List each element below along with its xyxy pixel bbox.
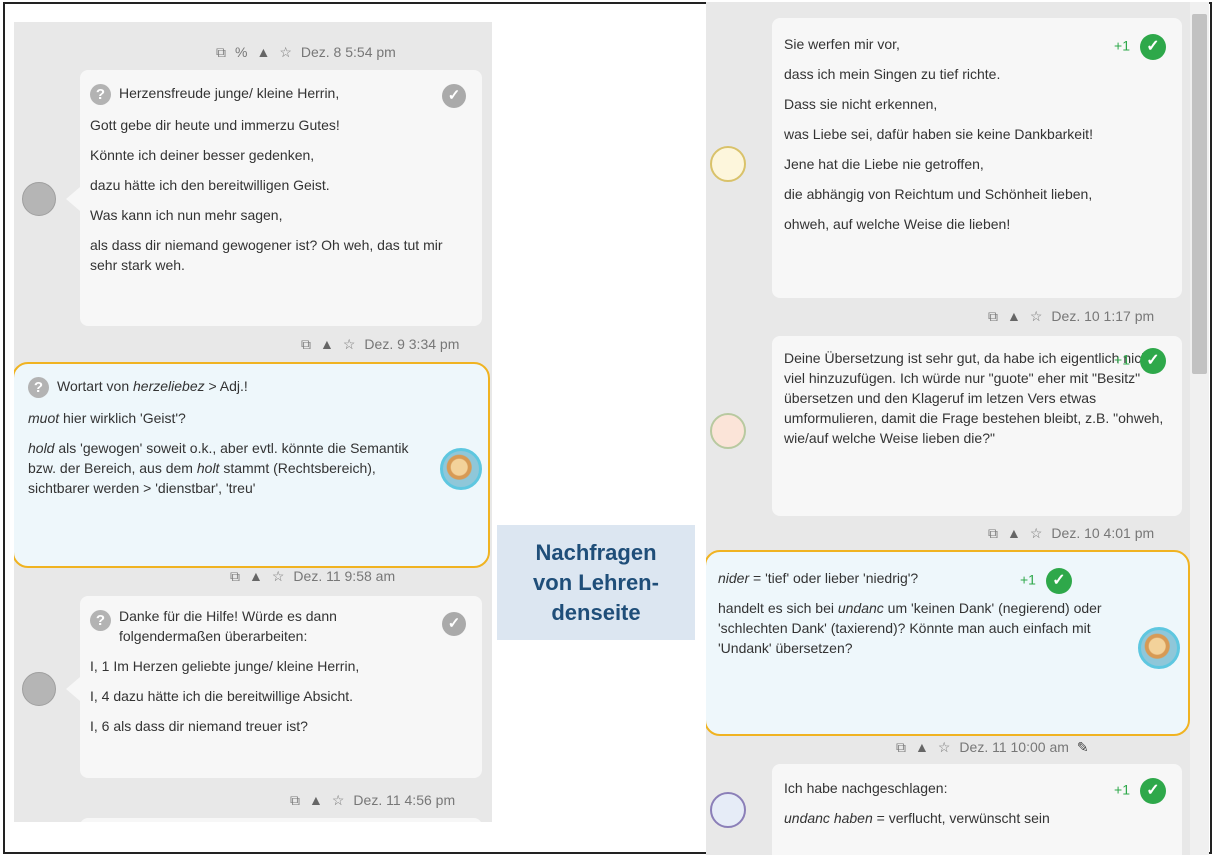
timestamp: Dez. 11 9:58 am: [293, 568, 396, 584]
post-meta: ⧉ ▲ ☆ Dez. 10 1:17 pm: [988, 308, 1154, 325]
avatar[interactable]: [710, 146, 746, 182]
warning-icon[interactable]: ▲: [320, 336, 334, 352]
comment-line: was Liebe sei, dafür haben sie keine Dan…: [784, 126, 1093, 142]
comment-title: ? Herzensfreude junge/ kleine Herrin,: [90, 83, 468, 105]
comment-line: als dass dir niemand gewogener ist? Oh w…: [90, 236, 443, 273]
star-icon[interactable]: ☆: [332, 792, 345, 808]
timestamp: Dez. 10 1:17 pm: [1051, 308, 1155, 324]
label-line: von Lehren-: [533, 569, 659, 595]
warning-icon[interactable]: ▲: [256, 44, 270, 60]
teacher-avatar[interactable]: [1138, 627, 1180, 669]
vote-count: +1 ✓: [1114, 348, 1166, 374]
comment-title: ? Wortart von herzeliebez > Adj.!: [28, 376, 428, 398]
right-comment-thread: Sie werfen mir vor, dass ich mein Singen…: [706, 2, 1190, 855]
copy-icon[interactable]: ⧉: [290, 792, 300, 808]
left-comment-thread: ⧉% ▲ ☆ Dez. 8 5:54 pm ? Herzensfreude junge/…: [14, 22, 492, 822]
timestamp: Dez. 8 5:54 pm: [300, 44, 396, 60]
comment-line: hold als 'gewogen' soweit o.k., aber evt…: [28, 439, 409, 496]
teacher-avatar[interactable]: [440, 448, 482, 490]
bubble-tail: [66, 187, 80, 211]
timestamp: Dez. 10 4:01 pm: [1051, 525, 1155, 541]
comment-line: I, 4 dazu hätte ich die bereitwillige Ab…: [90, 688, 354, 704]
comment-line: undanc haben = verflucht, verwünscht sei…: [784, 810, 1050, 826]
comment-bubble: Sie werfen mir vor, dass ich mein Singen…: [772, 18, 1182, 298]
star-icon[interactable]: ☆: [1030, 308, 1043, 324]
check-icon[interactable]: ✓: [1140, 778, 1166, 804]
star-icon[interactable]: ☆: [272, 568, 285, 584]
comment-line: I, 1 Im Herzen geliebte junge/ kleine He…: [90, 658, 360, 674]
star-icon[interactable]: ☆: [938, 739, 951, 755]
avatar[interactable]: [710, 792, 746, 828]
comment-line: muot hier wirklich 'Geist'?: [28, 409, 186, 426]
check-icon[interactable]: ✓: [1140, 34, 1166, 60]
comment-line: I, 6 als dass dir niemand treuer ist?: [90, 718, 308, 734]
edit-icon[interactable]: ✎: [1077, 739, 1089, 755]
check-icon[interactable]: ✓: [1140, 348, 1166, 374]
comment-line: Gott gebe dir heute und immerzu Gutes!: [90, 116, 340, 133]
comment-title: ? Danke für die Hilfe! Würde es dann folg…: [90, 606, 468, 646]
vote-count: +1 ✓: [1114, 778, 1166, 804]
comment-text: Deine Übersetzung ist sehr gut, da habe …: [784, 350, 1164, 446]
warning-icon[interactable]: ▲: [1007, 308, 1021, 324]
timestamp: Dez. 9 3:34 pm: [364, 336, 460, 352]
comment-line: Jene hat die Liebe nie getroffen,: [784, 156, 984, 172]
copy-icon[interactable]: ⧉: [988, 308, 998, 324]
teacher-comment-bubble: nider = 'tief' oder lieber 'niedrig'? ha…: [706, 550, 1190, 736]
label-line: denseite: [551, 599, 641, 625]
comment-bubble: Deine Übersetzung ist sehr gut, da habe …: [772, 336, 1182, 516]
avatar[interactable]: [22, 672, 56, 706]
scrollbar[interactable]: [1190, 2, 1209, 855]
comment-bubble-partial: [80, 818, 482, 822]
comment-line: dazu hätte ich den bereitwilligen Geist.: [90, 176, 330, 193]
comment-line: dass ich mein Singen zu tief richte.: [784, 66, 1001, 82]
comment-line: Dass sie nicht erkennen,: [784, 96, 938, 112]
timestamp: Dez. 11 10:00 am: [959, 739, 1069, 755]
star-icon[interactable]: ☆: [1030, 525, 1043, 541]
check-icon[interactable]: ✓: [442, 612, 466, 636]
vote-count: +1 ✓: [1114, 34, 1166, 60]
teacher-comment-bubble: ? Wortart von herzeliebez > Adj.! muot hi…: [14, 362, 490, 568]
star-icon[interactable]: ☆: [343, 336, 356, 352]
post-meta: ⧉% ▲ ☆ Dez. 8 5:54 pm: [216, 44, 396, 61]
comment-line: die abhängig von Reichtum und Schönheit …: [784, 186, 1093, 202]
copy-icon[interactable]: ⧉: [896, 739, 906, 755]
post-meta: ⧉ ▲ ☆ Dez. 9 3:34 pm: [301, 336, 459, 353]
post-meta: ⧉ ▲ ☆ Dez. 11 9:58 am: [230, 568, 395, 585]
comment-bubble: ? Danke für die Hilfe! Würde es dann folg…: [80, 596, 482, 778]
comment-line: Könnte ich deiner besser gedenken,: [90, 146, 315, 163]
question-icon[interactable]: ?: [90, 610, 111, 631]
question-icon[interactable]: ?: [90, 83, 111, 105]
copy-icon[interactable]: ⧉: [301, 336, 311, 352]
copy-icon[interactable]: ⧉: [988, 525, 998, 541]
comment-line: ohweh, auf welche Weise die lieben!: [784, 216, 1011, 232]
star-icon[interactable]: ☆: [279, 44, 292, 60]
check-icon[interactable]: ✓: [442, 84, 466, 108]
comment-bubble: ? Herzensfreude junge/ kleine Herrin, ✓ G…: [80, 70, 482, 326]
comment-line: handelt es sich bei undanc um 'keinen Da…: [718, 600, 1102, 656]
comment-line: Was kann ich nun mehr sagen,: [90, 206, 283, 223]
question-icon[interactable]: ?: [28, 376, 49, 398]
warning-icon[interactable]: ▲: [1007, 525, 1021, 541]
copy-icon[interactable]: ⧉: [216, 44, 226, 60]
warning-icon[interactable]: ▲: [249, 568, 263, 584]
label-line: Nachfragen: [535, 539, 657, 565]
scrollbar-thumb[interactable]: [1192, 14, 1207, 374]
link-icon[interactable]: %: [235, 44, 247, 60]
warning-icon[interactable]: ▲: [309, 792, 323, 808]
copy-icon[interactable]: ⧉: [230, 568, 240, 584]
post-meta: ⧉ ▲ ☆ Dez. 10 4:01 pm: [988, 525, 1154, 542]
avatar[interactable]: [710, 413, 746, 449]
post-meta: ⧉ ▲ ☆ Dez. 11 10:00 am ✎: [896, 739, 1098, 756]
center-label: Nachfragen von Lehren- denseite: [497, 525, 695, 640]
vote-count: +1 ✓: [1020, 568, 1072, 594]
timestamp: Dez. 11 4:56 pm: [353, 792, 456, 808]
check-icon[interactable]: ✓: [1045, 568, 1072, 594]
avatar[interactable]: [22, 182, 56, 216]
comment-bubble: Ich habe nachgeschlagen: undanc haben = …: [772, 764, 1182, 855]
bubble-tail: [66, 677, 80, 701]
comment-line: Ich habe nachgeschlagen:: [784, 780, 948, 796]
post-meta: ⧉ ▲ ☆ Dez. 11 4:56 pm: [290, 792, 455, 809]
comment-line: Sie werfen mir vor,: [784, 36, 900, 52]
warning-icon[interactable]: ▲: [915, 739, 929, 755]
